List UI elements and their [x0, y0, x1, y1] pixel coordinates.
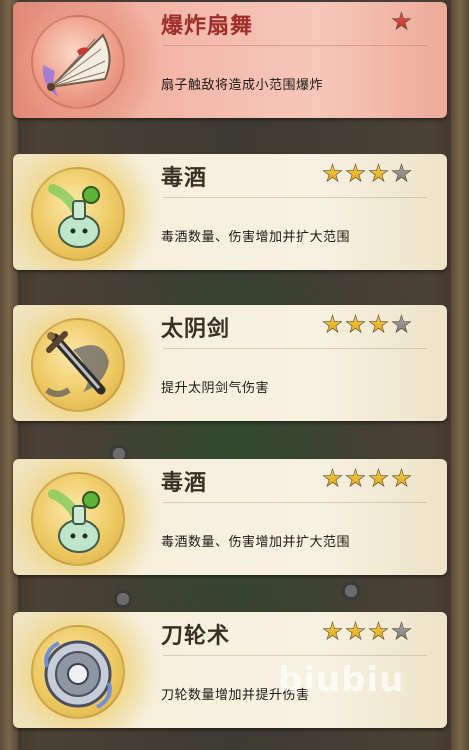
skill-description: 毒酒数量、伤害增加并扩大范围 [161, 230, 351, 245]
background-wall-right [451, 0, 469, 750]
star-icon [345, 163, 366, 183]
star-icon [391, 11, 412, 31]
skill-title: 刀轮术 [161, 623, 231, 649]
card-divider [163, 655, 427, 656]
star-rating [322, 468, 412, 489]
star-icon [368, 314, 389, 334]
watermark-text: biubiu [278, 660, 405, 700]
skill-title: 太阴剑 [161, 316, 231, 342]
star-rating [322, 621, 412, 642]
skill-title: 爆炸扇舞 [161, 13, 254, 39]
star-icon [322, 468, 343, 488]
skill-title: 毒酒 [161, 165, 208, 191]
skill-card[interactable]: 太阴剑 提升太阴剑气伤害 [13, 305, 447, 421]
star-icon [345, 314, 366, 334]
star-icon [391, 468, 412, 488]
star-rating [322, 163, 412, 184]
star-icon [391, 163, 412, 183]
skill-description: 扇子触敌将造成小范围爆炸 [161, 78, 324, 93]
poison-bottle-icon [31, 472, 125, 566]
star-icon [322, 163, 343, 183]
skill-card[interactable]: 爆炸扇舞 扇子触敌将造成小范围爆炸 [13, 2, 447, 118]
card-divider [163, 45, 427, 46]
star-rating [391, 11, 412, 32]
star-icon [345, 468, 366, 488]
star-icon [368, 163, 389, 183]
background-ornament [108, 590, 138, 608]
skill-description: 毒酒数量、伤害增加并扩大范围 [161, 535, 351, 550]
star-icon [368, 621, 389, 641]
sword-icon [31, 318, 125, 412]
poison-bottle-icon [31, 167, 125, 261]
background-ornament [336, 582, 366, 600]
star-icon [322, 621, 343, 641]
skill-card[interactable]: 毒酒 毒酒数量、伤害增加并扩大范围 [13, 459, 447, 575]
blade-wheel-icon [31, 625, 125, 719]
skill-description: 提升太阴剑气伤害 [161, 381, 270, 396]
card-divider [163, 197, 427, 198]
star-icon [391, 621, 412, 641]
fan-icon [31, 15, 125, 109]
star-icon [345, 621, 366, 641]
star-icon [391, 314, 412, 334]
star-rating [322, 314, 412, 335]
star-icon [322, 314, 343, 334]
skill-title: 毒酒 [161, 470, 208, 496]
skill-card[interactable]: 毒酒 毒酒数量、伤害增加并扩大范围 [13, 154, 447, 270]
card-divider [163, 502, 427, 503]
star-icon [368, 468, 389, 488]
card-divider [163, 348, 427, 349]
